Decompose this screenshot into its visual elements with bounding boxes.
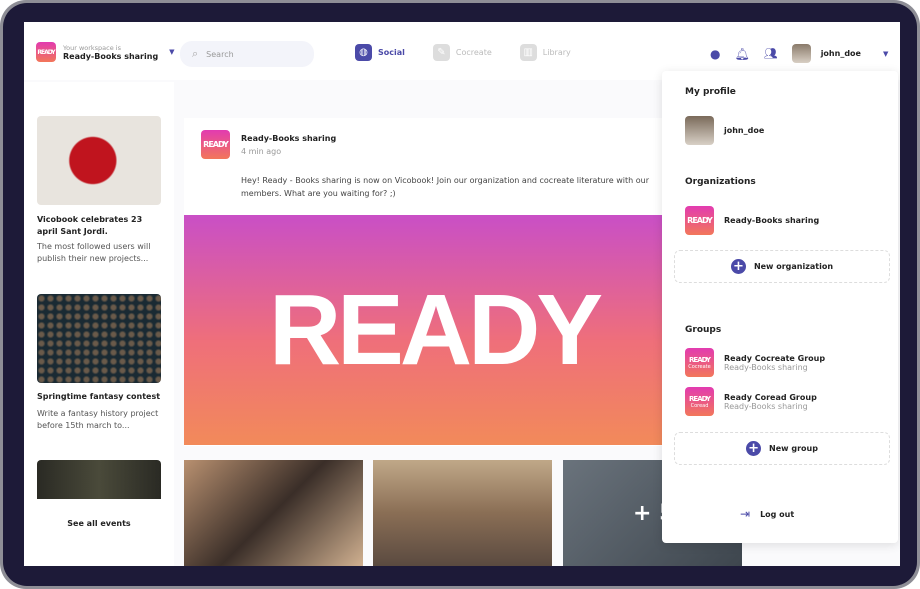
group-org: Ready-Books sharing [724,362,808,372]
group-logo: READY Coread [685,387,714,416]
organization-logo: READY [685,206,714,235]
event-title[interactable]: Vicobook celebrates 23 april Sant Jordi. [37,214,165,238]
workspace-name: Ready-Books sharing [63,51,159,61]
post-photo[interactable] [184,460,363,566]
post-time: 4 min ago [241,147,282,156]
organization-name: Ready-Books sharing [724,216,820,225]
event-image[interactable] [37,116,161,205]
see-all-events-link[interactable]: See all events [24,519,174,528]
chevron-down-icon: ▼ [169,48,175,56]
button-label: New organization [753,262,834,271]
chevron-down-icon: ▼ [882,49,889,58]
post-author-logo: READY [201,130,230,159]
event-image[interactable] [37,294,161,383]
post-photo[interactable] [373,460,552,566]
group-name: Ready Coread Group [724,392,817,402]
pencil-icon: ✎ [432,44,450,61]
banner-logo-text: READY [268,273,603,386]
plus-icon: + [746,441,762,456]
tab-library[interactable]: ▥ Library [519,44,571,61]
user-menu[interactable]: john_doe ▼ [791,44,889,63]
event-description: Write a fantasy history project before 1… [37,409,159,430]
device-frame: READY Your workspace is Ready-Books shar… [0,0,920,589]
profile-item[interactable]: john_doe [685,116,764,145]
new-organization-button[interactable]: + New organization [674,250,890,283]
search-icon: ⌕ [192,47,199,60]
header-actions: ● 🔔︎ 👥︎ john_doe ▼ [710,44,888,63]
workspace-logo: READY [36,42,56,62]
user-dropdown: My profile john_doe Organizations READY … [662,71,898,543]
people-icon[interactable]: 👥︎ [764,47,778,60]
new-group-button[interactable]: + New group [674,432,890,465]
profile-name: john_doe [724,126,765,135]
events-sidebar: Vicobook celebrates 23 april Sant Jordi.… [24,82,174,566]
event-image[interactable] [37,460,161,499]
workspace-caption: Your workspace is [63,43,121,52]
event-description: The most followed users will publish the… [37,242,151,263]
post-author[interactable]: Ready-Books sharing [241,134,336,143]
globe-icon: ◍ [355,44,372,61]
avatar [685,116,714,145]
logout-icon: ⇥ [740,507,751,521]
tab-social[interactable]: ◍ Social [355,44,405,61]
group-org: Ready-Books sharing [724,401,808,411]
organizations-heading: Organizations [685,177,756,187]
groups-heading: Groups [685,325,722,335]
group-item[interactable]: READY Coread Ready Coread Group Ready-Book… [685,387,817,416]
organization-item[interactable]: READY Ready-Books sharing [685,206,819,235]
profile-heading: My profile [685,87,736,97]
app-screen: READY Your workspace is Ready-Books shar… [24,22,900,566]
bell-icon[interactable]: 🔔︎ [734,47,749,61]
group-item[interactable]: READY Cocreate Ready Cocreate Group Ready-… [685,348,825,377]
search-input[interactable]: ⌕ Search [180,41,314,67]
tab-cocreate[interactable]: ✎ Cocreate [432,44,492,61]
book-icon: ▥ [519,44,537,61]
avatar [791,44,811,63]
tab-label: Social [378,48,405,57]
button-label: New group [769,444,818,453]
post-card: READY Ready-Books sharing 4 min ago Hey!… [184,118,684,446]
group-name: Ready Cocreate Group [724,353,826,363]
event-title[interactable]: Springtime fantasy contest [37,392,160,401]
post-text: Hey! Ready - Books sharing is now on Vic… [241,176,649,198]
logout-button[interactable]: ⇥ Log out [740,507,794,521]
workspace-switcher[interactable]: READY Your workspace is Ready-Books shar… [36,42,175,62]
button-label: Log out [760,509,795,519]
plus-icon: + [730,259,746,274]
search-placeholder: Search [206,49,234,59]
tab-label: Cocreate [455,48,492,57]
username: john_doe [820,49,861,58]
main-nav: ◍ Social ✎ Cocreate ▥ Library [355,44,571,61]
post-banner[interactable]: READY [184,215,684,445]
tab-label: Library [542,48,571,57]
group-logo: READY Cocreate [685,348,714,377]
chat-icon[interactable]: ● [710,47,720,61]
